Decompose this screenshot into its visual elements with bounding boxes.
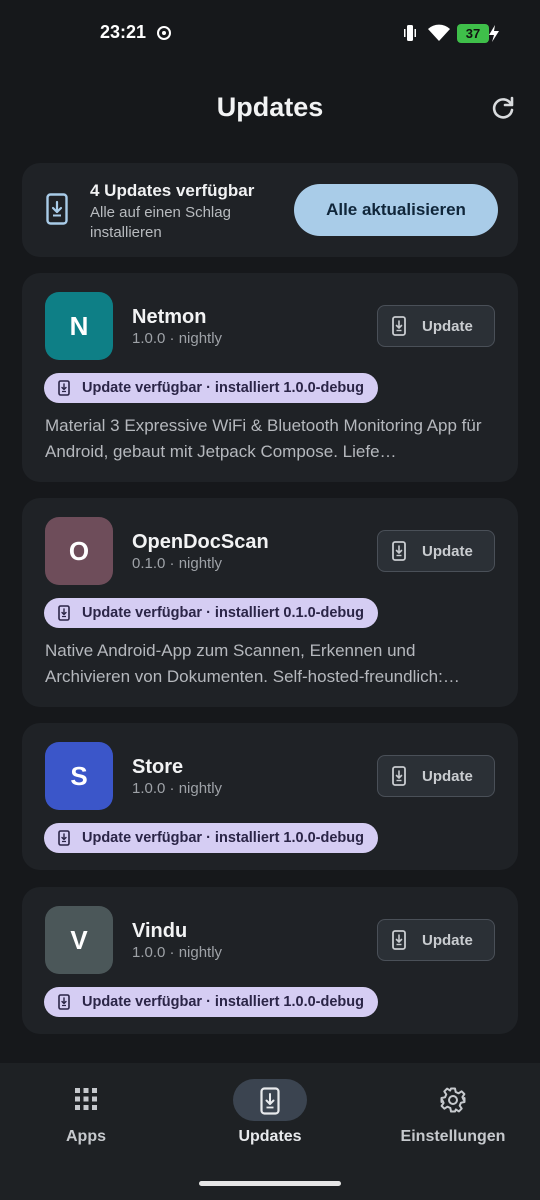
update-button[interactable]: Update: [377, 755, 495, 797]
update-button[interactable]: Update: [377, 305, 495, 347]
phone-download-icon: [46, 193, 68, 225]
app-card-opendocscan: O OpenDocScan 0.1.0 · nightly Update Upd…: [22, 498, 518, 707]
phone-download-icon: [392, 766, 406, 786]
update-button-label: Update: [422, 931, 473, 949]
grid-icon: [75, 1088, 97, 1110]
phone-download-icon: [392, 541, 406, 561]
page-title: Updates: [216, 92, 324, 122]
status-chip-text: Update verfügbar · installiert 0.1.0-deb…: [82, 605, 364, 621]
app-avatar: O: [45, 517, 113, 585]
download-phone-icon: [260, 1087, 280, 1115]
app-name: Store: [132, 756, 184, 778]
app-version: 1.0.0 · nightly: [132, 780, 223, 797]
app-card-store: S Store 1.0.0 · nightly Update Update ve…: [22, 723, 518, 870]
nav-label-updates: Updates: [238, 1128, 302, 1145]
app-name: OpenDocScan: [132, 531, 269, 553]
gear-icon: [440, 1087, 466, 1113]
status-chip-text: Update verfügbar · installiert 1.0.0-deb…: [82, 994, 364, 1010]
charging-icon: [489, 25, 499, 42]
status-chip: Update verfügbar · installiert 1.0.0-deb…: [44, 823, 378, 853]
bottom-navigation: Apps Updates Einstellungen: [0, 1063, 540, 1200]
status-chip: Update verfügbar · installiert 1.0.0-deb…: [44, 987, 378, 1017]
phone-download-icon: [58, 994, 70, 1010]
nav-item-updates[interactable]: Updates: [180, 1063, 360, 1163]
app-version: 0.1.0 · nightly: [132, 555, 223, 572]
update-button-label: Update: [422, 542, 473, 560]
status-time: 23:21: [100, 22, 147, 42]
status-chip: Update verfügbar · installiert 1.0.0-deb…: [44, 373, 378, 403]
banner-title: 4 Updates verfügbar: [90, 181, 255, 200]
app-description: Material 3 Expressive WiFi & Bluetooth M…: [45, 416, 482, 461]
app-card-netmon: N Netmon 1.0.0 · nightly Update Update v…: [22, 273, 518, 482]
app-name: Netmon: [132, 306, 207, 328]
status-chip: Update verfügbar · installiert 0.1.0-deb…: [44, 598, 378, 628]
app-card-vindu: V Vindu 1.0.0 · nightly Update Update ve…: [22, 887, 518, 1034]
update-all-button[interactable]: Alle aktualisieren: [294, 184, 498, 236]
app-avatar: N: [45, 292, 113, 360]
status-chip-text: Update verfügbar · installiert 1.0.0-deb…: [82, 830, 364, 846]
update-button[interactable]: Update: [377, 919, 495, 961]
battery-indicator: 37: [457, 24, 489, 43]
update-button-label: Update: [422, 767, 473, 785]
status-bar: 23:21 37: [0, 0, 540, 66]
nav-item-apps[interactable]: Apps: [0, 1063, 176, 1163]
home-indicator[interactable]: [199, 1181, 341, 1186]
phone-download-icon: [392, 930, 406, 950]
nav-label-apps: Apps: [66, 1128, 106, 1145]
updates-summary-banner: 4 Updates verfügbar Alle auf einen Schla…: [22, 163, 518, 257]
phone-download-icon: [58, 605, 70, 621]
app-description: Native Android-App zum Scannen, Erkennen…: [45, 641, 460, 686]
phone-download-icon: [58, 830, 70, 846]
app-version: 1.0.0 · nightly: [132, 330, 223, 347]
refresh-button[interactable]: [488, 94, 518, 124]
nav-label-settings: Einstellungen: [400, 1128, 506, 1145]
app-name: Vindu: [132, 920, 188, 942]
wifi-icon: [428, 24, 450, 41]
vibrate-icon: [404, 25, 416, 41]
status-chip-text: Update verfügbar · installiert 1.0.0-deb…: [82, 380, 364, 396]
phone-download-icon: [58, 380, 70, 396]
recording-icon: [157, 26, 171, 40]
app-avatar: V: [45, 906, 113, 974]
phone-download-icon: [392, 316, 406, 336]
update-button[interactable]: Update: [377, 530, 495, 572]
nav-item-settings[interactable]: Einstellungen: [363, 1063, 540, 1163]
app-avatar: S: [45, 742, 113, 810]
refresh-icon: [492, 96, 514, 119]
banner-subtitle: Alle auf einen Schlag installieren: [90, 204, 231, 241]
update-button-label: Update: [422, 317, 473, 335]
app-version: 1.0.0 · nightly: [132, 944, 223, 961]
